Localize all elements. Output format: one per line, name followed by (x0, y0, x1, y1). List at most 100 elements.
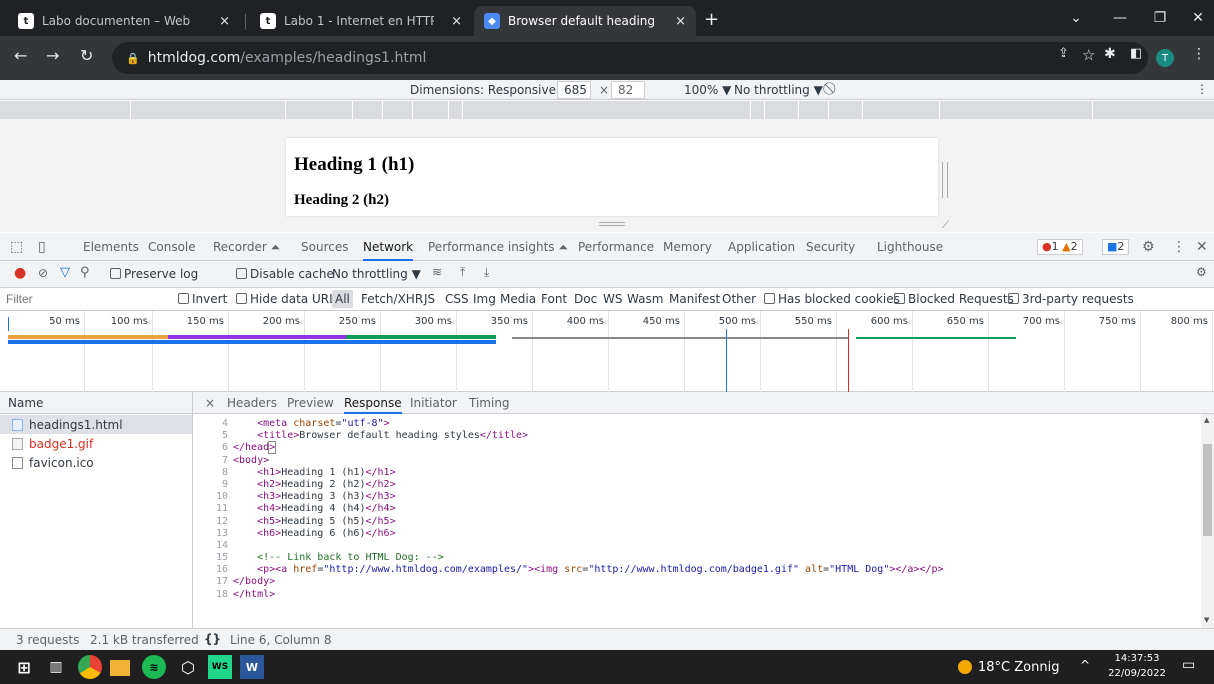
resize-corner-icon[interactable]: ⟋ (942, 220, 949, 231)
forward-icon[interactable]: → (46, 46, 59, 65)
type-filter-media[interactable]: Media (500, 292, 536, 306)
preserve-log-checkbox[interactable]: Preserve log (110, 267, 198, 281)
tab-response[interactable]: Response (344, 392, 402, 414)
request-row-badge[interactable]: badge1.gif (0, 434, 192, 453)
type-filter-all[interactable]: All (332, 290, 353, 308)
search-icon[interactable]: ⚲ (80, 265, 90, 280)
weather-text[interactable]: 18°C Zonnig (978, 660, 1059, 675)
chrome-icon[interactable] (78, 655, 102, 679)
type-filter-fetch[interactable]: Fetch/XHR (361, 292, 423, 306)
tab-labo-documenten[interactable]: t Labo documenten – Web Develop × (8, 6, 240, 36)
devtools-menu-icon[interactable]: ⋮ (1172, 233, 1186, 261)
tab-application[interactable]: Application (728, 233, 795, 261)
file-explorer-icon[interactable] (110, 660, 130, 676)
close-icon[interactable]: × (219, 14, 230, 29)
menu-kebab-icon[interactable]: ⋮ (1192, 46, 1206, 62)
tab-memory[interactable]: Memory (663, 233, 712, 261)
filter-input[interactable] (6, 290, 166, 308)
side-panel-icon[interactable]: ◧ (1130, 46, 1142, 61)
devtools-close-icon[interactable]: ✕ (1196, 233, 1208, 261)
code-scrollbar[interactable]: ▲ ▼ (1201, 414, 1214, 628)
reload-icon[interactable]: ↻ (80, 46, 93, 65)
close-detail-icon[interactable]: × (205, 392, 215, 414)
window-close-icon[interactable]: ✕ (1176, 0, 1214, 36)
new-tab-button[interactable]: + (704, 9, 719, 30)
task-view-icon[interactable]: ▥ (44, 655, 68, 679)
type-filter-doc[interactable]: Doc (574, 292, 597, 306)
profile-avatar[interactable]: T (1156, 49, 1174, 67)
request-row-favicon[interactable]: favicon.ico (0, 453, 192, 472)
scrollbar-thumb[interactable] (1203, 444, 1212, 536)
back-icon[interactable]: ← (14, 46, 27, 65)
timeline-selection-handle[interactable] (8, 317, 9, 331)
device-menu-icon[interactable]: ⋮ (1196, 82, 1208, 96)
tab-timing[interactable]: Timing (469, 392, 510, 414)
width-input[interactable]: 685 (557, 81, 591, 99)
word-icon[interactable]: W (240, 655, 264, 679)
vpn-shield-icon[interactable]: ⬡ (176, 655, 200, 679)
export-har-icon[interactable]: ⤓ (484, 265, 489, 280)
extensions-icon[interactable]: ✱ (1104, 46, 1116, 62)
type-filter-css[interactable]: CSS (445, 292, 469, 306)
tab-headers[interactable]: Headers (227, 392, 277, 414)
close-icon[interactable]: × (675, 14, 686, 29)
filter-icon[interactable]: ▽ (60, 265, 70, 280)
type-filter-other[interactable]: Other (722, 292, 756, 306)
settings-gear-icon[interactable]: ⚙ (1142, 233, 1155, 261)
pretty-print-icon[interactable]: {} (204, 632, 221, 646)
windows-start-icon[interactable]: ⊞ (12, 655, 36, 679)
tab-search-icon[interactable]: ⌄ (1054, 0, 1098, 36)
blocked-requests-checkbox[interactable]: Blocked Requests (894, 292, 1014, 306)
dimensions-select[interactable]: Dimensions: Responsive ▼ (410, 83, 569, 97)
close-icon[interactable]: × (451, 14, 462, 29)
tab-elements[interactable]: Elements (83, 233, 139, 261)
throttling-select[interactable]: No throttling ▼ (734, 83, 823, 97)
device-toggle-icon[interactable]: ▯ (38, 233, 46, 261)
network-settings-icon[interactable]: ⚙ (1196, 265, 1207, 279)
import-har-icon[interactable]: ⤒ (460, 265, 465, 280)
messages-badge[interactable]: ■2 (1102, 239, 1130, 255)
height-input[interactable]: 82 (611, 81, 645, 99)
blocked-cookies-checkbox[interactable]: Has blocked cookies (764, 292, 900, 306)
tab-browser-heading-styles[interactable]: ◆ Browser default heading styles × (474, 6, 696, 36)
tab-performance[interactable]: Performance (578, 233, 654, 261)
tray-chevron-up-icon[interactable]: ^ (1080, 658, 1090, 672)
third-party-checkbox[interactable]: 3rd-party requests (1008, 292, 1134, 306)
response-code-view[interactable]: 4 <meta charset="utf-8"> 5 <title>Browser… (193, 414, 1201, 628)
tab-network[interactable]: Network (363, 233, 414, 261)
minimize-icon[interactable]: — (1098, 0, 1142, 36)
type-filter-img[interactable]: Img (473, 292, 496, 306)
tab-console[interactable]: Console (148, 233, 196, 261)
scroll-down-icon[interactable]: ▼ (1204, 616, 1209, 624)
resize-handle-right[interactable] (942, 162, 948, 198)
clock-time[interactable]: 14:37:53 (1112, 653, 1162, 664)
inspect-icon[interactable]: ⬚ (10, 233, 23, 261)
tab-preview[interactable]: Preview (287, 392, 334, 414)
notifications-icon[interactable]: ▭ (1182, 657, 1195, 673)
hide-data-urls-checkbox[interactable]: Hide data URLs (236, 292, 342, 306)
clear-icon[interactable]: ⊘ (38, 266, 48, 280)
type-filter-js[interactable]: JS (424, 292, 435, 306)
zoom-select[interactable]: 100% ▼ (684, 83, 731, 97)
type-filter-ws[interactable]: WS (603, 292, 622, 306)
resize-handle-bottom[interactable] (599, 222, 625, 226)
tab-recorder[interactable]: Recorder ⏶ (213, 233, 280, 261)
webstorm-icon[interactable]: WS (208, 655, 232, 679)
request-row-headings[interactable]: headings1.html (0, 415, 192, 434)
record-icon[interactable]: ● (14, 265, 26, 281)
disable-cache-checkbox[interactable]: Disable cache (236, 267, 334, 281)
tab-initiator[interactable]: Initiator (410, 392, 457, 414)
bookmark-star-icon[interactable]: ☆ (1082, 46, 1095, 64)
network-conditions-icon[interactable]: ≋ (432, 265, 442, 279)
invert-checkbox[interactable]: Invert (178, 292, 227, 306)
scroll-up-icon[interactable]: ▲ (1204, 416, 1209, 424)
tab-performance-insights[interactable]: Performance insights ⏶ (428, 233, 568, 261)
network-throttling-select[interactable]: No throttling ▼ (332, 267, 421, 281)
issues-badge[interactable]: ●1 ▲2 (1037, 239, 1083, 255)
omnibox[interactable]: 🔒 htmldog.com/examples/headings1.html (112, 42, 1148, 74)
tab-security[interactable]: Security (806, 233, 855, 261)
tab-lighthouse[interactable]: Lighthouse (877, 233, 943, 261)
type-filter-manifest[interactable]: Manifest (669, 292, 720, 306)
spotify-icon[interactable]: ≋ (142, 655, 166, 679)
tab-sources[interactable]: Sources (301, 233, 348, 261)
